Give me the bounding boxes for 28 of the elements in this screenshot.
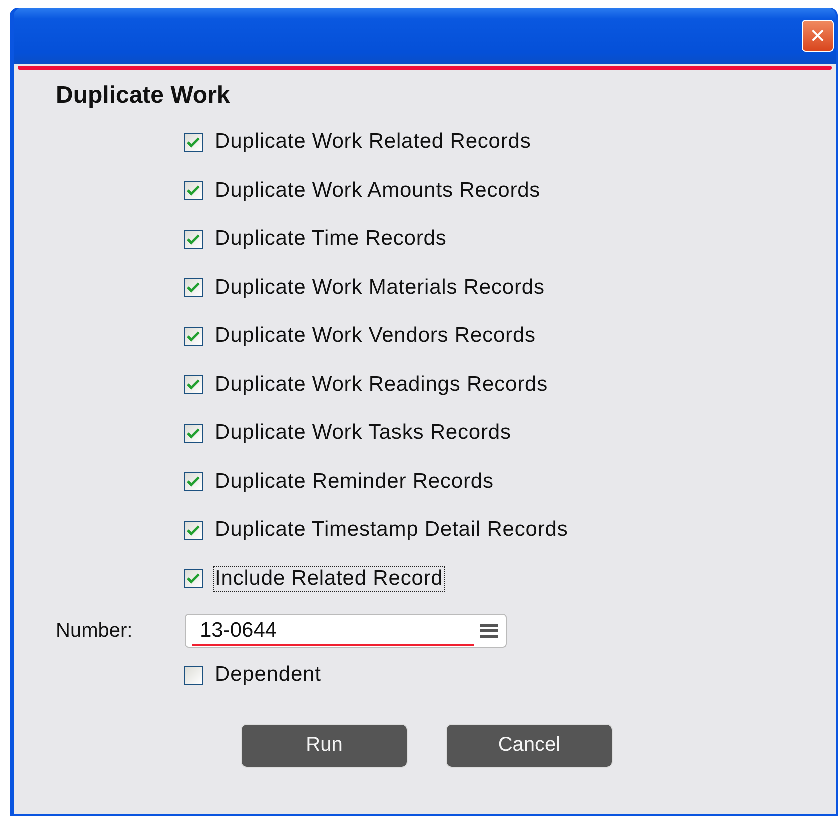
checkbox-label[interactable]: Include Related Record xyxy=(213,566,446,592)
dialog-title: Duplicate Work xyxy=(56,82,232,110)
checkbox[interactable] xyxy=(184,326,203,346)
cancel-button[interactable]: Cancel xyxy=(446,724,613,768)
checkbox-label[interactable]: Duplicate Timestamp Detail Records xyxy=(213,517,570,544)
checkbox[interactable] xyxy=(184,569,203,588)
number-field[interactable]: 13-0644 xyxy=(185,614,507,648)
menu-icon[interactable] xyxy=(480,623,498,639)
checkbox[interactable] xyxy=(184,181,203,200)
checkbox-label[interactable]: Duplicate Work Related Records xyxy=(213,129,534,156)
checkbox-label[interactable]: Dependent xyxy=(213,662,324,688)
checkbox-label[interactable]: Duplicate Time Records xyxy=(213,226,449,252)
checkbox-label[interactable]: Duplicate Work Vendors Records xyxy=(213,323,538,350)
number-label: Number: xyxy=(56,620,134,642)
checkbox-label[interactable]: Duplicate Work Readings Records xyxy=(213,372,550,398)
checkbox-label[interactable]: Duplicate Work Materials Records xyxy=(213,274,547,301)
checkbox[interactable] xyxy=(184,520,203,540)
checkbox[interactable] xyxy=(184,230,203,249)
checkbox[interactable] xyxy=(184,375,203,394)
checkbox[interactable] xyxy=(184,132,203,152)
checkbox[interactable] xyxy=(184,278,203,298)
checkbox-label[interactable]: Duplicate Reminder Records xyxy=(213,468,496,495)
checkbox[interactable] xyxy=(184,472,203,492)
run-button[interactable]: Run xyxy=(241,724,408,768)
checkbox[interactable] xyxy=(184,666,203,685)
checkbox[interactable] xyxy=(184,424,203,443)
checkbox-label[interactable]: Duplicate Work Amounts Records xyxy=(213,178,543,204)
checkbox-label[interactable]: Duplicate Work Tasks Records xyxy=(213,420,514,446)
